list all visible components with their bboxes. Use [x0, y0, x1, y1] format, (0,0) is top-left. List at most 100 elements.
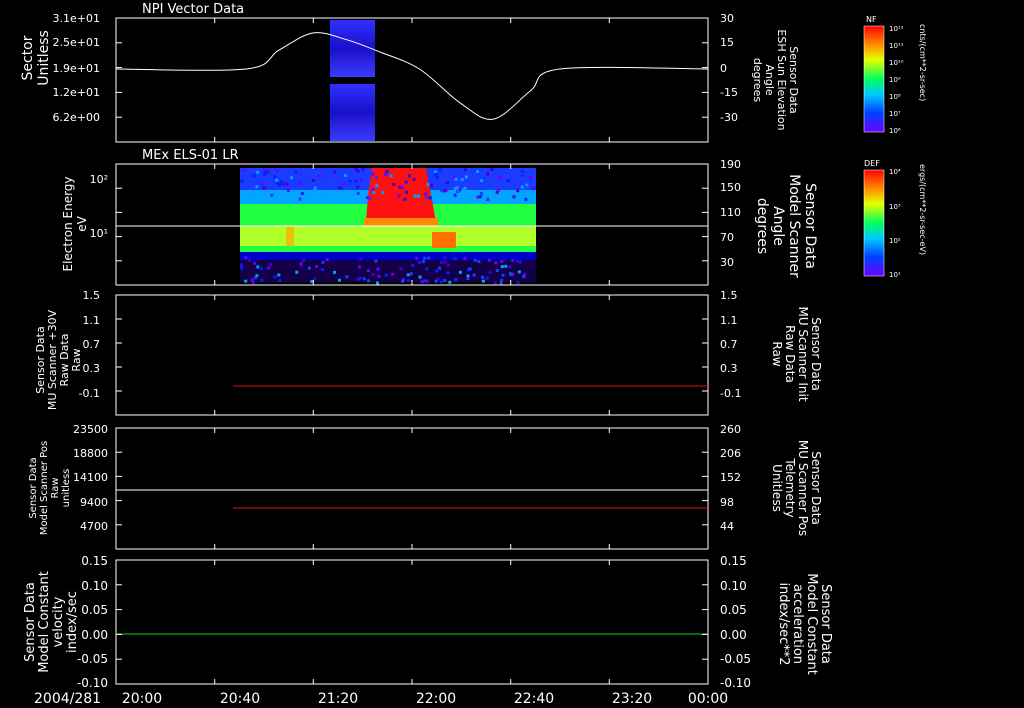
- els-left-tick: 10¹: [90, 227, 108, 240]
- els-speckle: [240, 263, 243, 267]
- els-speckle: [481, 275, 484, 279]
- scanner-pos-left-tick: 14100: [73, 471, 108, 484]
- constant-left-tick: 0.00: [81, 628, 108, 642]
- constant-right-label-line: index/sec**2: [776, 582, 791, 665]
- els-speckle: [500, 265, 504, 269]
- els-speckle: [361, 175, 365, 178]
- els-speckle: [473, 258, 477, 262]
- els-left-label: Electron Energy eV: [61, 176, 89, 271]
- els-speckle: [424, 192, 428, 196]
- els-speckle: [435, 176, 439, 180]
- els-speckle: [358, 265, 361, 269]
- els-speckle: [340, 187, 344, 191]
- els-speckle: [413, 194, 417, 198]
- els-speckle: [359, 178, 363, 182]
- mu-raw-panel: 1.5 1.1 0.7 0.3 -0.1 1.5 1.1 0.7 0.3 -0.…: [34, 289, 823, 416]
- els-right-tick: 190: [720, 158, 741, 171]
- els-speckle: [443, 189, 447, 193]
- els-speckle: [417, 194, 420, 198]
- els-speckle: [509, 273, 513, 277]
- els-speckle: [259, 267, 263, 271]
- els-speckle: [506, 193, 510, 197]
- npi-colorbar-tick: 10⁷: [889, 110, 901, 118]
- mu-raw-right-label: Sensor Data MU Scanner Init Raw Data Raw: [770, 306, 823, 401]
- els-speckle: [371, 272, 375, 276]
- els-spectrogram-orange-rim: [364, 218, 438, 226]
- els-speckle: [448, 280, 452, 284]
- els-speckle: [420, 280, 424, 284]
- els-speckle: [313, 186, 317, 190]
- els-speckle: [407, 174, 411, 178]
- els-right-tick: 110: [720, 206, 741, 219]
- els-speckle: [453, 278, 457, 282]
- npi-sun-elevation-line: [115, 32, 709, 120]
- els-speckle: [468, 267, 472, 271]
- els-speckle: [298, 181, 302, 185]
- els-speckle: [372, 191, 376, 195]
- constant-left-label-line: velocity: [51, 596, 66, 647]
- els-speckle: [521, 190, 525, 194]
- els-speckle: [252, 173, 256, 177]
- time-axis-tick-label: 21:20: [318, 691, 358, 707]
- els-speckle: [463, 186, 467, 190]
- els-speckle: [354, 168, 358, 172]
- time-axis-tick-label: 20:00: [122, 691, 162, 707]
- els-speckle: [266, 266, 270, 270]
- constant-right-tick: 0.00: [720, 628, 747, 642]
- els-speckle: [495, 269, 499, 272]
- els-speckle: [406, 273, 410, 277]
- npi-left-axis: 3.1e+01 2.5e+01 1.9e+01 1.2e+01 6.2e+00: [53, 12, 100, 124]
- els-speckle: [384, 172, 388, 176]
- time-axis: 2004/281 20:00 20:40 21:20 22:00 22:40 2…: [34, 691, 728, 707]
- els-speckle: [516, 280, 520, 284]
- mu-raw-left-label-line: Raw: [70, 348, 83, 371]
- els-speckle: [253, 276, 257, 280]
- els-speckle: [453, 193, 457, 197]
- mu-raw-right-axis: 1.5 1.1 0.7 0.3 -0.1: [720, 289, 741, 400]
- els-speckle: [479, 191, 483, 195]
- els-left-label-line: eV: [75, 215, 89, 231]
- els-speckle: [439, 280, 443, 284]
- els-speckle: [445, 186, 449, 190]
- constant-right-tick: -0.10: [720, 676, 751, 690]
- els-speckle: [295, 270, 299, 274]
- mu-raw-right-label-line: MU Scanner Init: [796, 306, 810, 401]
- els-speckle: [500, 279, 504, 282]
- els-speckle: [348, 179, 352, 183]
- els-colorbar-ticks: 10⁴ 10³ 10² 10¹: [889, 168, 901, 279]
- els-speckle: [421, 260, 425, 264]
- els-colorbar-tick: 10³: [889, 203, 901, 211]
- scanner-pos-right-label: Sensor Data MU Scanner Pos Telemetry Uni…: [770, 440, 823, 536]
- npi-panel-title: NPI Vector Data: [142, 2, 244, 17]
- els-speckle: [246, 181, 249, 185]
- mu-raw-left-tick: 0.7: [83, 338, 101, 351]
- els-speckle: [397, 194, 401, 198]
- els-speckle: [391, 272, 395, 276]
- npi-left-tick: 3.1e+01: [53, 12, 100, 25]
- els-speckle: [481, 279, 485, 283]
- plot-stage: NPI Vector Data 3.1e+01 2.5e+01 1.9e+01 …: [0, 0, 1024, 708]
- els-speckle: [240, 179, 244, 183]
- els-spectrogram-low-blue: [240, 252, 536, 260]
- els-speckle: [275, 169, 279, 173]
- els-speckle: [333, 170, 337, 174]
- mu-raw-left-axis: 1.5 1.1 0.7 0.3 -0.1: [79, 289, 100, 400]
- els-speckle: [466, 277, 470, 280]
- els-colorbar-tick: 10¹: [889, 271, 901, 279]
- els-speckle: [425, 267, 429, 271]
- els-speckle: [468, 192, 472, 196]
- els-speckle: [270, 193, 274, 197]
- constant-left-label: Sensor Data Model Constant velocity inde…: [23, 571, 80, 673]
- els-speckle: [300, 172, 304, 176]
- mu-raw-right-tick: -0.1: [720, 387, 741, 400]
- els-speckle: [415, 256, 419, 260]
- els-speckle: [497, 176, 501, 180]
- els-speckle: [384, 273, 388, 277]
- els-speckle: [454, 177, 458, 181]
- els-speckle: [480, 179, 484, 183]
- npi-spectrogram-band-top: [330, 20, 375, 77]
- els-speckle: [532, 187, 535, 191]
- els-spectrogram-yellow-band: [240, 226, 536, 246]
- scanner-pos-right-label-line: Sensor Data: [809, 451, 823, 525]
- els-speckle: [318, 174, 322, 178]
